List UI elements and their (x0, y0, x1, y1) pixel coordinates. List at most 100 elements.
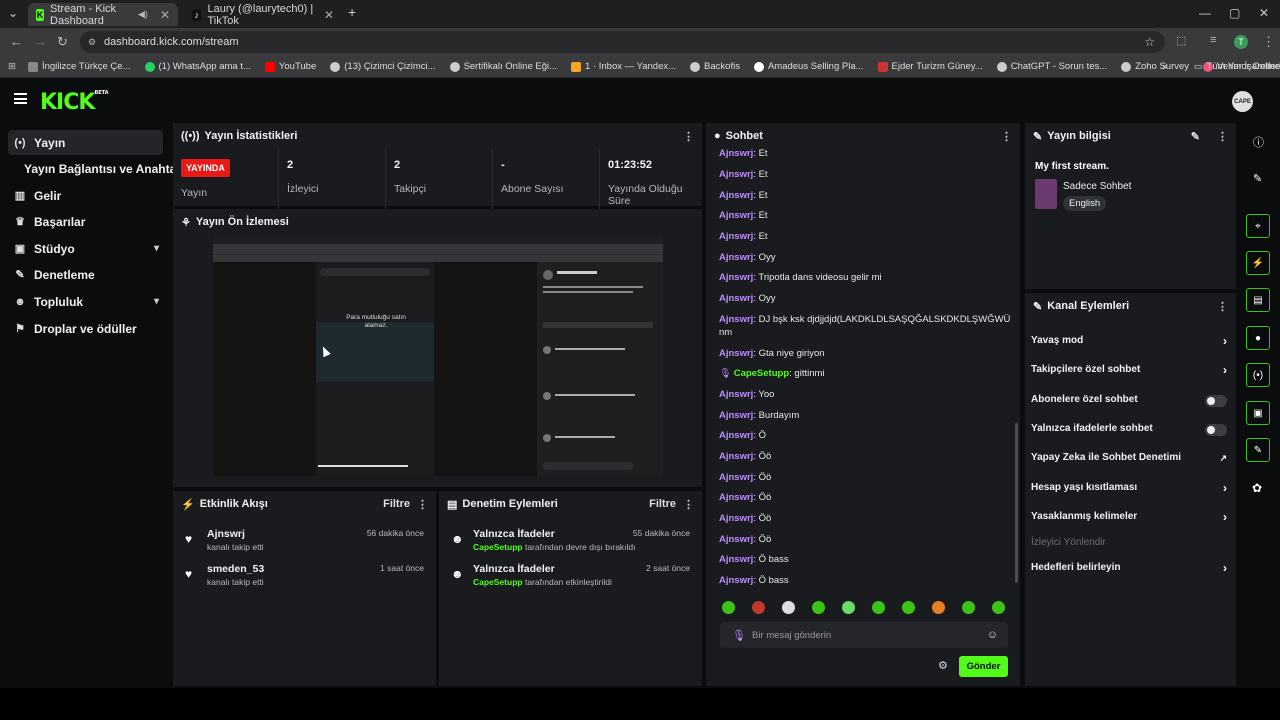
action-subs-only[interactable]: Abonelere özel sohbet (1031, 394, 1229, 410)
chat-username[interactable]: Ajnswrj (719, 272, 753, 283)
bookmark-item[interactable]: Ejder Turizm Güney... (877, 61, 983, 72)
emote-icon[interactable] (872, 601, 885, 614)
rail-button-wrench-icon[interactable]: ✎ (1246, 438, 1270, 462)
browser-tab-tiktok[interactable]: ♪ Laury (@laurytech0) | TikTok ✕ (184, 3, 342, 27)
emote-icon[interactable] (782, 601, 795, 614)
chat-settings-gear-icon[interactable]: ⚙ (938, 659, 948, 672)
subs-only-toggle[interactable] (1205, 395, 1227, 407)
chat-username[interactable]: Ajnswrj (719, 231, 753, 242)
site-info-icon[interactable]: ⚙ (88, 37, 96, 48)
bookmark-item[interactable]: YouTube (264, 61, 316, 72)
kick-logo[interactable]: KICKBETA (40, 90, 109, 115)
action-slow-mode[interactable]: Yavaş mod › (1031, 334, 1229, 351)
emote-icon[interactable] (932, 601, 945, 614)
chat-message-input[interactable]: 🎙 Bir mesaj gönderin ☺ (720, 622, 1008, 648)
rail-button-broadcast-icon[interactable]: (•) (1246, 363, 1270, 387)
info-icon[interactable]: ⓘ (1253, 134, 1264, 150)
tab-search-icon[interactable]: ⌄ (8, 6, 18, 20)
more-widgets-icon[interactable]: ✿ (1252, 481, 1262, 495)
bookmark-item[interactable]: (1) WhatsApp ama t... (144, 61, 251, 72)
bookmark-item[interactable]: Backofis (690, 61, 740, 72)
rail-button-chat-icon[interactable]: ● (1246, 326, 1270, 350)
more-options-icon[interactable]: ⋮ (1217, 130, 1228, 143)
chat-username[interactable]: Ajnswrj (719, 169, 753, 180)
rail-button-capture-icon[interactable]: ⌖ (1246, 214, 1270, 238)
sidebar-item-topluluk[interactable]: ☻ Topluluk ▾ (8, 289, 163, 314)
chat-username[interactable]: Ajnswrj (719, 252, 753, 263)
media-icon[interactable]: ≡ (1210, 34, 1216, 46)
reload-icon[interactable]: ↻ (57, 34, 68, 50)
bookmark-item[interactable]: 1 · Inbox — Yandex... (571, 61, 676, 72)
more-options-icon[interactable]: ⋮ (1217, 300, 1228, 313)
emote-icon[interactable] (722, 601, 735, 614)
edit-icon[interactable]: ✎ (1253, 172, 1262, 185)
chat-username[interactable]: Ajnswrj (719, 293, 753, 304)
action-emotes-only[interactable]: Yalnızca ifadelerle sohbet (1031, 423, 1229, 439)
filter-button[interactable]: Filtre (649, 498, 676, 510)
chat-username[interactable]: Ajnswrj (719, 210, 753, 221)
chat-username[interactable]: Ajnswrj (719, 554, 753, 565)
send-button[interactable]: Gönder (959, 656, 1008, 677)
chat-username[interactable]: Ajnswrj (719, 575, 753, 586)
minimize-icon[interactable]: — (1199, 6, 1211, 20)
new-tab-icon[interactable]: + (348, 4, 356, 20)
chat-username[interactable]: CapeSetupp (734, 368, 789, 379)
more-options-icon[interactable]: ⋮ (1001, 130, 1012, 143)
emote-icon[interactable] (902, 601, 915, 614)
action-goals[interactable]: Hedefleri belirleyin › (1031, 561, 1229, 578)
profile-icon[interactable]: T (1234, 35, 1248, 49)
extensions-icon[interactable]: ⬚ (1176, 34, 1186, 47)
chat-username[interactable]: Ajnswrj (719, 148, 753, 159)
chat-username[interactable]: Ajnswrj (719, 348, 753, 359)
sidebar-item-basarilar[interactable]: ♛ Başarılar (8, 209, 163, 234)
rail-button-layout-icon[interactable]: ▣ (1246, 401, 1270, 425)
chat-username[interactable]: Ajnswrj (719, 389, 753, 400)
more-options-icon[interactable]: ⋮ (417, 498, 428, 511)
bookmark-item[interactable]: İngilizce Türkçe Çe... (27, 61, 131, 72)
action-followers-only[interactable]: Takipçilere özel sohbet › (1031, 363, 1229, 380)
back-icon[interactable]: ← (10, 34, 23, 49)
chat-username[interactable]: Ajnswrj (719, 513, 753, 524)
sidebar-item-stream-key[interactable]: Yayın Bağlantısı ve Anahtarı (8, 156, 184, 181)
more-options-icon[interactable]: ⋮ (683, 498, 694, 511)
sidebar-item-gelir[interactable]: ▥ Gelir (8, 183, 163, 208)
sidebar-item-droplar[interactable]: ⚑ Droplar ve ödüller (8, 316, 163, 341)
all-bookmarks[interactable]: ▭ Tüm Yer İşaretleri (1194, 61, 1280, 72)
sidebar-item-denetleme[interactable]: ✎ Denetleme (8, 262, 163, 287)
emote-icon[interactable] (752, 601, 765, 614)
edit-pencil-icon[interactable]: ✎ (1191, 130, 1200, 143)
action-account-age[interactable]: Hesap yaşı kısıtlaması › (1031, 481, 1229, 498)
bookmark-item[interactable]: Zoho Survey (1121, 61, 1189, 72)
rail-button-bolt-icon[interactable]: ⚡ (1246, 251, 1270, 275)
chat-username[interactable]: Ajnswrj (719, 492, 753, 503)
emote-icon[interactable] (992, 601, 1005, 614)
browser-menu-icon[interactable]: ⋮ (1262, 34, 1275, 50)
chat-scrollbar[interactable] (1015, 423, 1018, 583)
action-ai-moderation[interactable]: Yapay Zeka ile Sohbet Denetimi ↗ (1031, 452, 1229, 468)
close-tab-icon[interactable]: ✕ (324, 8, 334, 22)
chat-username[interactable]: Ajnswrj (719, 430, 753, 441)
bookmark-item[interactable]: ChatGPT - Sorun tes... (996, 61, 1107, 72)
bookmark-item[interactable]: Amadeus Selling Pla... (753, 61, 864, 72)
sidebar-item-studyo[interactable]: ▣ Stüdyo ▾ (8, 236, 163, 261)
emote-icon[interactable] (812, 601, 825, 614)
chat-username[interactable]: Ajnswrj (719, 472, 753, 483)
chat-username[interactable]: Ajnswrj (719, 314, 753, 325)
chat-username[interactable]: Ajnswrj (719, 451, 753, 462)
forward-icon[interactable]: → (34, 34, 47, 49)
emotes-only-toggle[interactable] (1205, 424, 1227, 436)
sidebar-item-yayin[interactable]: (•) Yayın (8, 130, 163, 155)
window-close-icon[interactable]: ✕ (1259, 6, 1269, 20)
chat-username[interactable]: Ajnswrj (719, 190, 753, 201)
bookmark-item[interactable]: Sertifikalı Online Eği... (449, 61, 557, 72)
url-input[interactable]: ⚙ dashboard.kick.com/stream ☆ (80, 31, 1165, 53)
bookmark-item[interactable]: (13) Çizimci Çizimci... (330, 61, 436, 72)
stream-preview-video[interactable]: Para mutluluğu satın alamaz. (213, 236, 663, 476)
emote-icon[interactable] (842, 601, 855, 614)
bookmark-star-icon[interactable]: ☆ (1144, 35, 1155, 49)
more-bookmarks-icon[interactable]: » (1162, 61, 1167, 72)
action-banned-words[interactable]: Yasaklanmış kelimeler › (1031, 510, 1229, 527)
filter-button[interactable]: Filtre (383, 498, 410, 510)
rail-button-list-icon[interactable]: ▤ (1246, 288, 1270, 312)
emoji-picker-icon[interactable]: ☺ (987, 629, 998, 641)
